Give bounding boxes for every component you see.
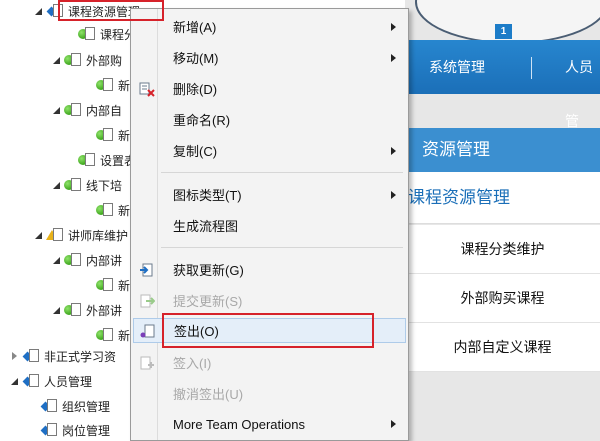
tree-node-label: 新 [118,278,131,293]
delete-icon [139,82,155,97]
submenu-arrow-icon [391,147,396,155]
menu-item-check-in[interactable]: 签入(I) [133,351,406,376]
tree-node-label: 人员管理 [44,374,93,389]
expander-collapsed-icon[interactable] [10,351,20,361]
notification-badge[interactable]: 1 [495,24,512,39]
tree-node-label: 新 [118,328,131,343]
expander-expanded-icon[interactable] [52,180,62,190]
menu-item-submit-update[interactable]: 提交更新(S) [133,289,406,314]
tree-node-label: 新 [118,78,131,93]
link-course-category[interactable]: 课程分类维护 [405,225,600,274]
menu-separator [161,247,403,248]
menu-item-icon-type[interactable]: 图标类型(T) [133,183,406,208]
folder-doc-icon [22,374,40,388]
nav-people-management[interactable]: 人员管 [565,40,600,129]
tree-node-informal-learning[interactable]: 非正式学习资 [10,345,116,367]
expander-expanded-icon[interactable] [52,305,62,315]
tree-node-label: 线下培 [86,178,123,193]
panel-header: 资源管理 [405,128,600,172]
submenu-arrow-icon [391,54,396,62]
green-doc-icon [64,53,82,67]
tree-node[interactable]: 内部自 [52,99,122,121]
folder-doc-icon [40,399,58,413]
green-doc-icon [64,253,82,267]
menu-separator [161,172,403,173]
tree-node-label: 新 [118,128,131,143]
tree-node[interactable]: 新 [96,274,130,296]
menu-item-move[interactable]: 移动(M) [133,46,406,71]
tree-node-org-management[interactable]: 组织管理 [40,395,110,417]
menu-item-add[interactable]: 新增(A) [133,15,406,40]
green-doc-icon [78,27,96,41]
tree-node-position-management[interactable]: 岗位管理 [40,419,110,441]
submit-update-icon [140,294,155,308]
panel-subheader[interactable]: 课程资源管理 [405,172,600,224]
green-doc-icon [64,303,82,317]
menu-item-generate-flowchart[interactable]: 生成流程图 [133,214,406,239]
green-doc-icon [96,128,114,142]
resource-tree: 课程资源管理 课程分 外部购 新 内部自 新 设置表 线下培 新 讲师库维护 内… [0,0,140,441]
green-doc-icon [64,178,82,192]
highlight-box-check-out [162,313,374,348]
nav-system-management[interactable]: 系统管理 [429,40,485,94]
app-area: 1 系统管理 人员管 资源管理 课程资源管理 课程分类维护 外部购买课程 内部自… [405,0,600,441]
folder-doc-icon [22,349,40,363]
nav-divider [531,57,532,79]
tree-node[interactable]: 外部讲 [52,299,122,321]
green-doc-icon [96,78,114,92]
green-doc-icon [78,153,96,167]
menu-item-get-update[interactable]: 获取更新(G) [133,258,406,283]
tree-node-lecturer-library[interactable]: 讲师库维护 [34,224,128,246]
menu-item-delete[interactable]: 删除(D) [133,77,406,102]
tree-node-people-management[interactable]: 人员管理 [10,370,92,392]
menu-item-undo-check-out[interactable]: 撤消签出(U) [133,382,406,407]
green-doc-icon [96,203,114,217]
tree-node-label: 内部讲 [86,253,123,268]
expander-expanded-icon[interactable] [52,255,62,265]
expander-expanded-icon[interactable] [10,376,20,386]
tree-node-label: 内部自 [86,103,123,118]
expander-expanded-icon[interactable] [34,6,44,16]
menu-item-more-team-operations[interactable]: More Team Operations [133,412,406,437]
menu-item-copy[interactable]: 复制(C) [133,139,406,164]
yellow-triangle-doc-icon [46,228,64,242]
expander-expanded-icon[interactable] [34,230,44,240]
tree-node[interactable]: 设置表 [78,149,136,171]
tree-node-label: 讲师库维护 [68,228,129,243]
tree-node-label: 岗位管理 [62,423,111,438]
green-doc-icon [96,278,114,292]
tree-node[interactable]: 外部购 [52,49,122,71]
tree-node-label: 组织管理 [62,399,111,414]
get-update-icon [140,263,153,277]
tree-node[interactable]: 线下培 [52,174,122,196]
check-in-icon [140,356,154,370]
expander-expanded-icon[interactable] [52,105,62,115]
tree-node-label: 新 [118,203,131,218]
tree-node-label: 非正式学习资 [44,349,117,364]
tree-node[interactable]: 内部讲 [52,249,122,271]
green-doc-icon [96,328,114,342]
submenu-arrow-icon [391,420,396,428]
menu-item-rename[interactable]: 重命名(R) [133,108,406,133]
top-nav: 系统管理 人员管 [405,40,600,129]
tree-node[interactable]: 新 [96,124,130,146]
submenu-arrow-icon [391,191,396,199]
tree-node-label: 外部讲 [86,303,123,318]
link-external-course[interactable]: 外部购买课程 [405,274,600,323]
submenu-arrow-icon [391,23,396,31]
tree-node-label: 外部购 [86,53,123,68]
expander-expanded-icon[interactable] [52,55,62,65]
green-doc-icon [64,103,82,117]
tree-node[interactable]: 新 [96,324,130,346]
tree-node[interactable]: 新 [96,199,130,221]
link-internal-course[interactable]: 内部自定义课程 [405,323,600,372]
highlight-box-tree-node [58,0,164,21]
tree-node[interactable]: 新 [96,74,130,96]
folder-doc-icon [40,423,58,437]
check-out-icon [140,324,155,338]
context-menu: 新增(A) 移动(M) 删除(D) 重命名(R) 复制(C) 图标类型(T) 生… [130,8,409,441]
tree-node[interactable]: 课程分 [78,23,136,45]
